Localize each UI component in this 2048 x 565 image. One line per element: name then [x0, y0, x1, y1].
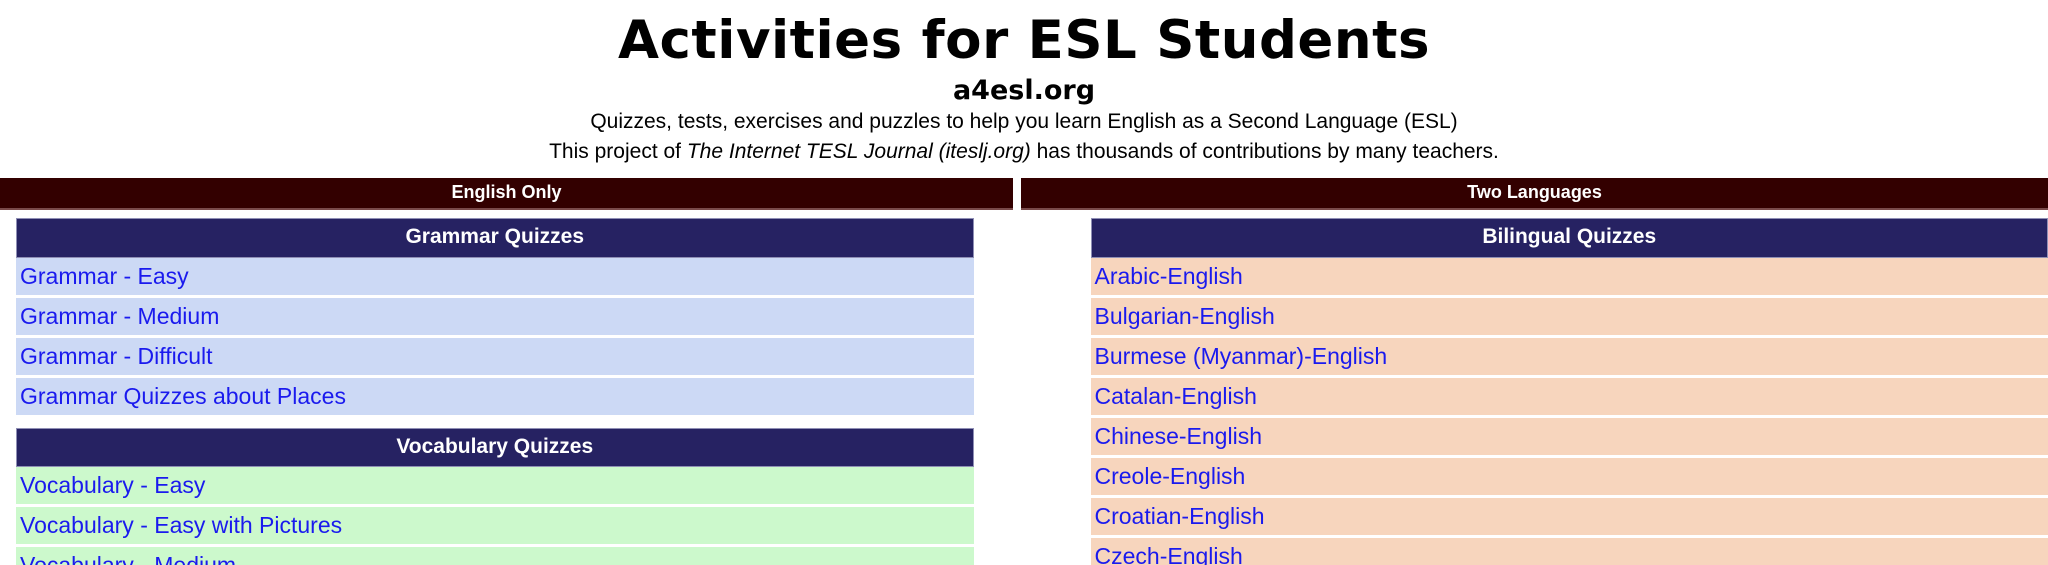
bilingual-table-body: Bilingual Quizzes Arabic-English Bulgarian…	[1090, 218, 2048, 565]
table-row[interactable]: Czech-English	[1090, 537, 2048, 565]
quiz-link[interactable]: Grammar Quizzes about Places	[20, 383, 346, 409]
table-row[interactable]: Croatian-English	[1090, 497, 2048, 538]
tagline-line-2: This project of The Internet TESL Journa…	[0, 139, 2048, 165]
quiz-link-cell[interactable]: Vocabulary - Medium	[16, 546, 974, 565]
quiz-link-cell[interactable]: Chinese-English	[1090, 417, 2048, 458]
table-row[interactable]: Grammar - Difficult	[16, 337, 974, 378]
english-only-table-body: Grammar Quizzes Grammar - Easy Grammar - M…	[16, 218, 974, 565]
table-row[interactable]: Creole-English	[1090, 457, 2048, 498]
site-domain: a4esl.org	[952, 75, 1096, 107]
quiz-link[interactable]: Croatian-English	[1095, 503, 1265, 529]
section-header-row: Grammar Quizzes	[16, 218, 974, 258]
bar-english-only: English Only	[0, 177, 1013, 211]
section-spacer	[16, 418, 974, 428]
tagline-suffix: has thousands of contributions by many t…	[1030, 140, 1499, 163]
table-row[interactable]: Vocabulary - Easy with Pictures	[16, 506, 974, 547]
tagline-prefix: This project of	[549, 140, 687, 163]
quiz-link-cell[interactable]: Grammar - Medium	[16, 297, 974, 338]
quiz-link[interactable]: Czech-English	[1095, 543, 1243, 565]
section-header-row: Bilingual Quizzes	[1090, 218, 2048, 258]
quiz-link[interactable]: Chinese-English	[1095, 423, 1262, 449]
quiz-link[interactable]: Vocabulary - Easy	[20, 472, 205, 498]
quiz-link[interactable]: Grammar - Easy	[20, 263, 189, 289]
page-title: Activities for ESL Students	[618, 10, 1430, 71]
table-row[interactable]: Chinese-English	[1090, 417, 2048, 458]
quiz-link[interactable]: Grammar - Difficult	[20, 343, 213, 369]
tagline-line-1: Quizzes, tests, exercises and puzzles to…	[590, 110, 1458, 134]
quiz-link-cell[interactable]: Croatian-English	[1090, 497, 2048, 538]
quiz-link-cell[interactable]: Catalan-English	[1090, 377, 2048, 418]
quiz-link-cell[interactable]: Grammar - Difficult	[16, 337, 974, 378]
tesl-journal-title: The Internet TESL Journal (iteslj.org)	[686, 140, 1031, 163]
quiz-link-cell[interactable]: Grammar Quizzes about Places	[16, 377, 974, 418]
section-heading: Bilingual Quizzes	[1090, 218, 2048, 258]
quiz-link[interactable]: Vocabulary - Easy with Pictures	[20, 512, 342, 538]
section-bars: English Only Two Languages	[0, 177, 2048, 211]
quiz-link[interactable]: Grammar - Medium	[20, 303, 219, 329]
quiz-link-cell[interactable]: Czech-English	[1090, 537, 2048, 565]
english-only-table: Grammar Quizzes Grammar - Easy Grammar - M…	[16, 218, 974, 565]
section-heading: Grammar Quizzes	[16, 218, 974, 258]
quiz-link-cell[interactable]: Vocabulary - Easy with Pictures	[16, 506, 974, 547]
quiz-link[interactable]: Burmese (Myanmar)-English	[1095, 343, 1388, 369]
section-heading: Vocabulary Quizzes	[16, 427, 974, 467]
quiz-link[interactable]: Vocabulary - Medium	[20, 552, 236, 565]
quiz-link-cell[interactable]: Vocabulary - Easy	[16, 466, 974, 507]
table-row[interactable]: Burmese (Myanmar)-English	[1090, 337, 2048, 378]
quiz-link-cell[interactable]: Creole-English	[1090, 457, 2048, 498]
section-spacer-row	[16, 418, 974, 428]
section-header-row: Vocabulary Quizzes	[16, 427, 974, 467]
quiz-link-cell[interactable]: Grammar - Easy	[16, 257, 974, 298]
english-only-column: Grammar Quizzes Grammar - Easy Grammar - M…	[16, 218, 974, 565]
quiz-link[interactable]: Creole-English	[1095, 463, 1246, 489]
page-header: Activities for ESL Students a4esl.org Qu…	[0, 0, 2048, 165]
table-row[interactable]: Grammar Quizzes about Places	[16, 377, 974, 418]
table-row[interactable]: Vocabulary - Medium	[16, 546, 974, 565]
table-row[interactable]: Arabic-English	[1090, 257, 2048, 298]
table-row[interactable]: Grammar - Medium	[16, 297, 974, 338]
quiz-link-cell[interactable]: Bulgarian-English	[1090, 297, 2048, 338]
quiz-link-cell[interactable]: Arabic-English	[1090, 257, 2048, 298]
bilingual-table: Bilingual Quizzes Arabic-English Bulgarian…	[1090, 218, 2048, 565]
quiz-link-cell[interactable]: Burmese (Myanmar)-English	[1090, 337, 2048, 378]
table-row[interactable]: Bulgarian-English	[1090, 297, 2048, 338]
quiz-link[interactable]: Bulgarian-English	[1095, 303, 1275, 329]
quiz-link[interactable]: Catalan-English	[1095, 383, 1257, 409]
table-row[interactable]: Catalan-English	[1090, 377, 2048, 418]
content-columns: Grammar Quizzes Grammar - Easy Grammar - M…	[0, 210, 2048, 565]
two-languages-column: Bilingual Quizzes Arabic-English Bulgarian…	[1090, 218, 2048, 565]
table-row[interactable]: Grammar - Easy	[16, 257, 974, 298]
bar-two-languages: Two Languages	[1021, 177, 2048, 211]
quiz-link[interactable]: Arabic-English	[1095, 263, 1243, 289]
table-row[interactable]: Vocabulary - Easy	[16, 466, 974, 507]
